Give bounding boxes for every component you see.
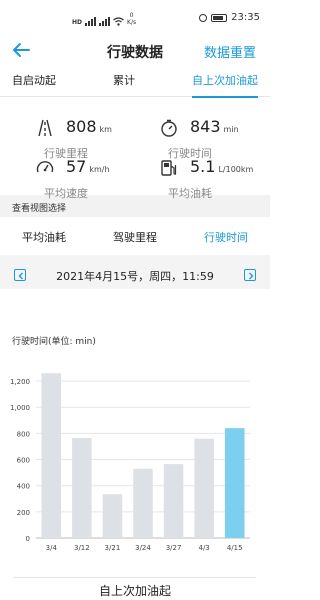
header: 行驶数据 数据重置 [0,36,270,66]
date-bar: 2021年4月15号，周四，11:59 [0,255,270,289]
stat-distance: 808 km 行驶里程 [36,117,156,160]
stat-time: 843 min 行驶时间 [160,117,280,160]
reset-data-button[interactable]: 数据重置 [204,42,256,61]
alarm-icon [199,13,208,22]
view-tabs: 平均油耗 驾驶里程 行驶时间 [0,217,270,259]
road-icon [38,119,52,137]
y-tick-label: 800 [17,430,30,438]
x-tick-label: 3/27 [166,544,182,552]
status-icons-right: 23:35 [199,12,260,23]
status-icons-left: HD 0 K/s [72,12,136,26]
stopwatch-icon [161,119,177,137]
battery-icon [211,13,228,22]
x-tick-label: 3/24 [135,544,151,552]
chevron-right-icon [249,272,254,280]
wifi-icon [113,17,124,26]
y-tick-label: 200 [17,509,30,517]
bar-3-27[interactable] [163,464,184,538]
tab-drive-time[interactable]: 行驶时间 [198,217,254,259]
bottom-range-selector[interactable]: 自上次加油起 [0,582,270,599]
speedometer-icon [36,161,54,173]
clock: 23:35 [231,12,260,23]
chart-title: 行驶时间(单位: min) [12,337,96,347]
tab-drive-distance[interactable]: 驾驶里程 [113,217,157,255]
status-bar: HD 0 K/s 23:35 [0,0,270,36]
speed-label: 平均速度 [44,187,88,200]
y-tick-label: 600 [17,457,30,465]
stat-speed: 57 km/h 平均速度 [36,157,156,200]
drive-time-bar-chart: 0 200 400 600 800 1,000 1,200 3/4 3/12 3/21 3/24 3/… [10,373,250,552]
time-value: 843 min [190,117,239,136]
fuel-pump-icon [161,160,177,176]
stat-fuel: 5.1 L/100km 平均油耗 [160,157,280,200]
stats-panel: 808 km 行驶里程 843 min 行驶时间 57 km/h 平均速度 5.1 L/… [0,97,270,200]
hd-badge: HD [72,19,83,26]
speed-value: 57 km/h [66,157,110,176]
distance-value: 808 km [66,117,112,136]
tab-since-start[interactable]: 自启动起 [12,66,56,96]
signal-icon-2 [99,17,111,26]
current-date: 2021年4月15号，周四，11:59 [56,270,214,283]
bar-3-24[interactable] [133,468,153,538]
tab-avg-fuel[interactable]: 平均油耗 [22,217,66,255]
bar-3-4[interactable] [41,373,62,538]
bar-4-15[interactable] [224,428,245,538]
y-tick-label: 0 [26,535,30,543]
x-tick-label: 3/4 [46,544,58,552]
y-tick-label: 1,000 [10,404,30,412]
x-tick-label: 3/12 [74,544,90,552]
bar-4-3[interactable] [194,438,214,538]
fuel-value: 5.1 L/100km [190,157,254,176]
fuel-label: 平均油耗 [168,187,212,200]
net-speed: 0 K/s [127,12,137,26]
bottom-divider [14,577,256,578]
next-date-button[interactable] [244,269,256,281]
trip-range-tabs: 自启动起 累计 自上次加油起 [0,66,270,98]
tab-cumulative[interactable]: 累计 [113,66,135,96]
bar-3-12[interactable] [72,437,92,538]
x-tick-label: 4/15 [227,544,243,552]
y-tick-label: 400 [17,483,30,491]
tab-since-refuel[interactable]: 自上次加油起 [192,66,258,98]
bar-3-21[interactable] [102,494,123,538]
signal-icon [85,17,97,26]
y-tick-label: 1,200 [10,378,30,386]
x-tick-label: 3/21 [105,544,121,552]
x-tick-label: 4/3 [199,544,210,552]
